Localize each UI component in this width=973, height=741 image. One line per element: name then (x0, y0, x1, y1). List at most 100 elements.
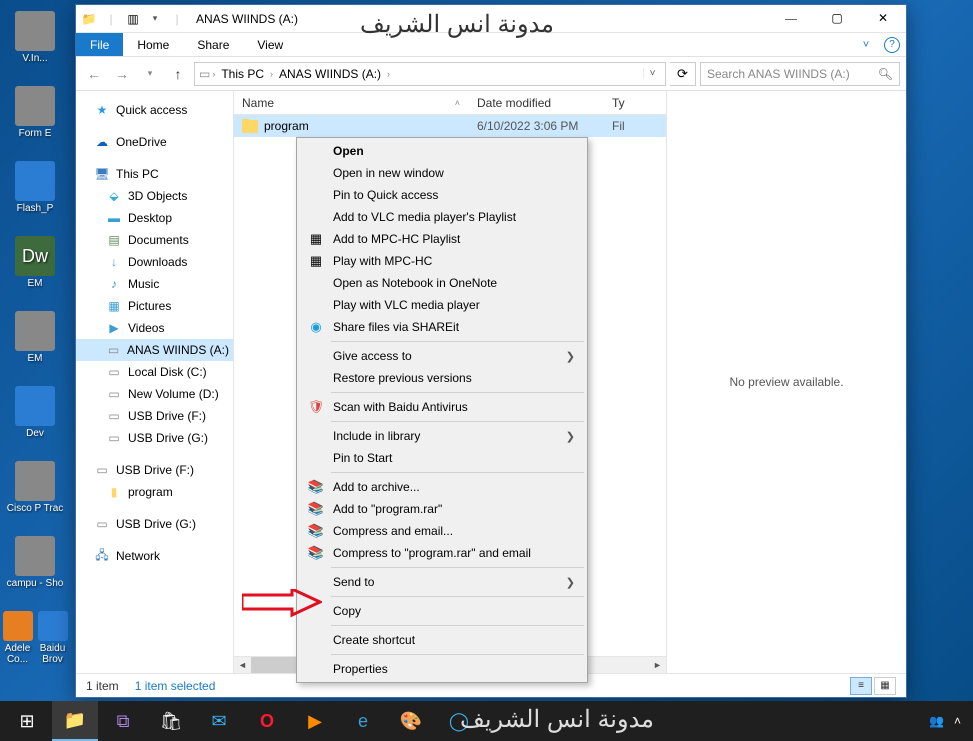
col-type[interactable]: Ty (604, 91, 634, 114)
ctx-properties[interactable]: Properties (299, 658, 585, 680)
tab-share[interactable]: Share (183, 33, 243, 56)
nav-anas-drive[interactable]: ▭ANAS WIINDS (A:) (76, 339, 233, 361)
ctx-give-access[interactable]: Give access to❯ (299, 345, 585, 367)
properties-icon[interactable]: ▥ (124, 10, 142, 28)
ctx-onenote[interactable]: Open as Notebook in OneNote (299, 272, 585, 294)
ctx-open-new-window[interactable]: Open in new window (299, 162, 585, 184)
task-paint[interactable]: 🎨 (388, 701, 434, 741)
nav-pictures[interactable]: ▦Pictures (76, 295, 233, 317)
maximize-button[interactable]: ▢ (814, 5, 860, 33)
icons-view-button[interactable]: ▦ (874, 677, 896, 695)
ctx-add-mpc[interactable]: ▦Add to MPC-HC Playlist (299, 228, 585, 250)
expand-ribbon-button[interactable]: ˅ (854, 39, 878, 51)
nav-usb-f2[interactable]: ▭USB Drive (F:) (76, 459, 233, 481)
nav-videos[interactable]: ▶Videos (76, 317, 233, 339)
task-app2[interactable]: ◯ (436, 701, 482, 741)
desktop-icon[interactable]: V.In... (0, 0, 70, 75)
ctx-create-shortcut[interactable]: Create shortcut (299, 629, 585, 651)
help-button[interactable]: ? (884, 37, 900, 53)
desktop-icon[interactable]: Form E (0, 75, 70, 150)
start-button[interactable]: ⊞ (4, 701, 50, 741)
ctx-compress-email[interactable]: 📚Compress and email... (299, 520, 585, 542)
qat-dropdown-icon[interactable]: ▾ (146, 10, 164, 28)
task-opera[interactable]: O (244, 701, 290, 741)
chevron-right-icon[interactable]: › (387, 69, 390, 79)
nav-onedrive[interactable]: ☁OneDrive (76, 131, 233, 153)
address-dropdown-icon[interactable]: ˅ (643, 68, 661, 79)
task-mail[interactable]: ✉ (196, 701, 242, 741)
chevron-right-icon[interactable]: › (270, 69, 273, 79)
recent-dropdown[interactable]: ▾ (138, 62, 162, 86)
nav-this-pc[interactable]: 🖥This PC (76, 163, 233, 185)
desktop-icon[interactable]: campu - Sho (0, 525, 70, 600)
ctx-play-mpc[interactable]: ▦Play with MPC-HC (299, 250, 585, 272)
tab-file[interactable]: File (76, 33, 123, 56)
desktop-icon[interactable]: Cisco P Trac (0, 450, 70, 525)
ctx-add-rar[interactable]: 📚Add to "program.rar" (299, 498, 585, 520)
item-count: 1 item (86, 679, 119, 693)
desktop-icon[interactable]: DwEM (0, 225, 70, 300)
scroll-left-button[interactable]: ◄ (234, 657, 251, 674)
nav-network[interactable]: 🖧Network (76, 545, 233, 567)
search-icon[interactable]: 🔍︎ (878, 67, 893, 81)
ctx-copy[interactable]: Copy (299, 600, 585, 622)
nav-new-volume-d[interactable]: ▭New Volume (D:) (76, 383, 233, 405)
nav-3d-objects[interactable]: ⬙3D Objects (76, 185, 233, 207)
system-tray[interactable]: 👥 ˄ (929, 714, 969, 728)
task-explorer[interactable]: 📁 (52, 701, 98, 741)
tab-view[interactable]: View (243, 33, 297, 56)
ctx-pin-quick[interactable]: Pin to Quick access (299, 184, 585, 206)
desktop-icon[interactable]: EM (0, 300, 70, 375)
task-video[interactable]: ▶ (292, 701, 338, 741)
breadcrumb[interactable]: ANAS WIINDS (A:) (275, 67, 385, 81)
nav-local-c[interactable]: ▭Local Disk (C:) (76, 361, 233, 383)
back-button[interactable]: ← (82, 62, 106, 86)
nav-downloads[interactable]: ↓Downloads (76, 251, 233, 273)
ctx-add-vlc[interactable]: Add to VLC media player's Playlist (299, 206, 585, 228)
ctx-add-archive[interactable]: 📚Add to archive... (299, 476, 585, 498)
tray-people-icon[interactable]: 👥 (929, 714, 944, 728)
tab-home[interactable]: Home (123, 33, 183, 56)
nav-quick-access[interactable]: ★Quick access (76, 99, 233, 121)
drive-icon: ▭ (94, 462, 110, 478)
tray-up-icon[interactable]: ˄ (954, 714, 961, 728)
close-button[interactable]: ✕ (860, 5, 906, 33)
task-app[interactable]: ⧉ (100, 701, 146, 741)
nav-music[interactable]: ♪Music (76, 273, 233, 295)
desktop-icon[interactable]: Baidu Brov (35, 600, 70, 675)
details-view-button[interactable]: ≡ (850, 677, 872, 695)
breadcrumb[interactable]: This PC (217, 67, 268, 81)
ctx-pin-start[interactable]: Pin to Start (299, 447, 585, 469)
forward-button[interactable]: → (110, 62, 134, 86)
ctx-include-library[interactable]: Include in library❯ (299, 425, 585, 447)
folder-icon: ▮ (106, 484, 122, 500)
file-row[interactable]: program 6/10/2022 3:06 PM Fil (234, 115, 666, 137)
ctx-shareit[interactable]: ◉Share files via SHAREit (299, 316, 585, 338)
scroll-right-button[interactable]: ► (649, 657, 666, 674)
nav-desktop[interactable]: ▬Desktop (76, 207, 233, 229)
nav-usb-f[interactable]: ▭USB Drive (F:) (76, 405, 233, 427)
nav-program-folder[interactable]: ▮program (76, 481, 233, 503)
ctx-open[interactable]: Open (299, 140, 585, 162)
desktop-icon[interactable]: Flash_P (0, 150, 70, 225)
col-date[interactable]: Date modified (469, 91, 604, 114)
search-input[interactable]: Search ANAS WIINDS (A:) 🔍︎ (700, 62, 900, 86)
ctx-restore[interactable]: Restore previous versions (299, 367, 585, 389)
up-button[interactable]: ↑ (166, 62, 190, 86)
ctx-play-vlc[interactable]: Play with VLC media player (299, 294, 585, 316)
minimize-button[interactable]: — (768, 5, 814, 33)
ctx-compress-rar-email[interactable]: 📚Compress to "program.rar" and email (299, 542, 585, 564)
chevron-right-icon[interactable]: › (212, 69, 215, 79)
ctx-send-to[interactable]: Send to❯ (299, 571, 585, 593)
col-name[interactable]: Name (234, 91, 469, 114)
desktop-icon[interactable]: Adele Co... (0, 600, 35, 675)
nav-usb-g2[interactable]: ▭USB Drive (G:) (76, 513, 233, 535)
task-store[interactable]: 🛍 (148, 701, 194, 741)
nav-documents[interactable]: ▤Documents (76, 229, 233, 251)
desktop-icon[interactable]: Dev (0, 375, 70, 450)
refresh-button[interactable]: ⟳ (670, 62, 696, 86)
nav-usb-g[interactable]: ▭USB Drive (G:) (76, 427, 233, 449)
address-bar[interactable]: ▭ › This PC › ANAS WIINDS (A:) › ˅ (194, 62, 666, 86)
task-edge[interactable]: e (340, 701, 386, 741)
ctx-baidu[interactable]: 🛡Scan with Baidu Antivirus (299, 396, 585, 418)
